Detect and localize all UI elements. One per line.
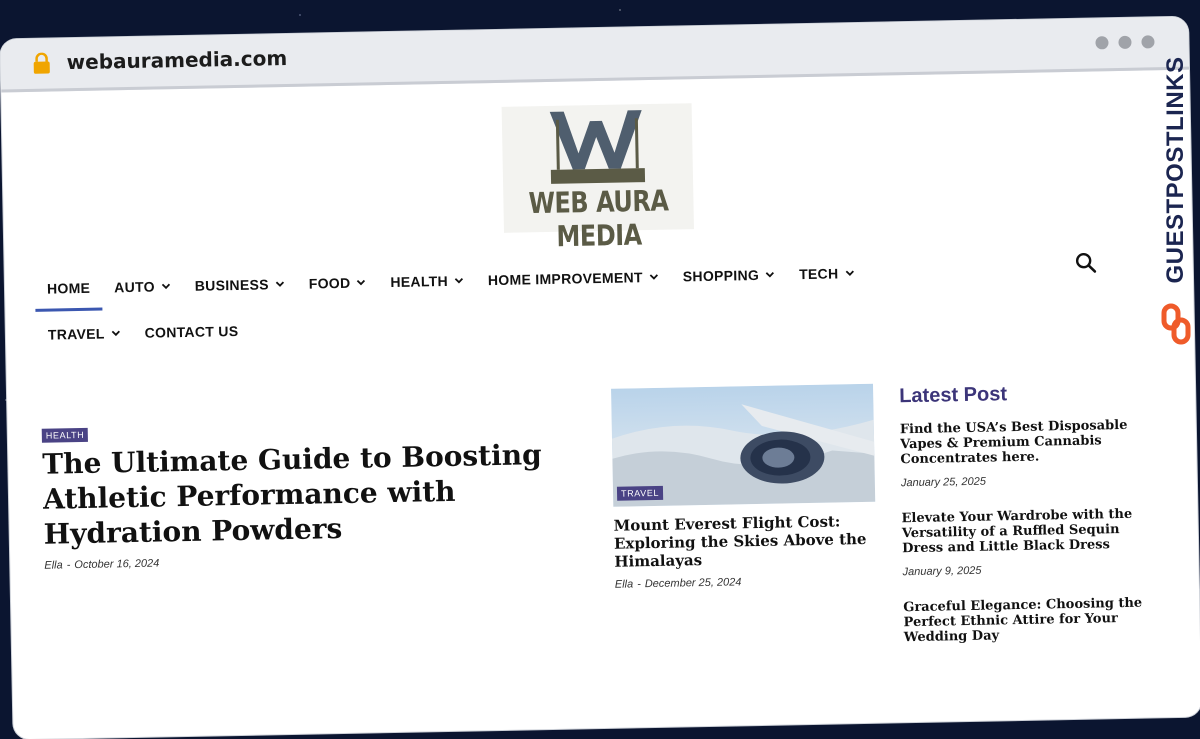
logo-mark [549, 110, 646, 184]
logo-text: WEB AURA MEDIA [528, 184, 669, 254]
nav-item-food[interactable]: FOOD [296, 261, 378, 305]
window-controls [1095, 35, 1155, 50]
meta-separator: - [66, 559, 71, 572]
post-author[interactable]: Ella [615, 578, 634, 590]
nav-item-label: HOME [46, 279, 91, 297]
window-dot[interactable] [1141, 35, 1155, 49]
main-nav: HOME AUTO BUSINESS FOOD HEALTH HOME IMPROVEME… [35, 246, 1186, 356]
site-logo[interactable]: WEB AURA MEDIA [501, 103, 694, 253]
post-meta: Ella - December 25, 2024 [615, 574, 877, 591]
nav-item-home[interactable]: HOME [35, 267, 103, 310]
chevron-down-icon [357, 279, 366, 286]
sidebar-post-title[interactable]: Elevate Your Wardrobe with the Versatili… [901, 507, 1142, 556]
sidebar-heading: Latest Post [899, 383, 1008, 408]
watermark-badge: GUESTPOSTLINKS [1156, 52, 1196, 352]
nav-item-tech[interactable]: TECH [787, 252, 867, 296]
sidebar-post: Graceful Elegance: Choosing the Perfect … [903, 596, 1144, 646]
sidebar-post-date: January 25, 2025 [900, 475, 987, 490]
nav-item-label: BUSINESS [194, 276, 269, 294]
sidebar-post-date: January 9, 2025 [902, 564, 982, 579]
nav-item-business[interactable]: BUSINESS [182, 263, 297, 307]
browser-window: webauramedia.com WEB AURA MEDIA HOME AUT… [0, 0, 1200, 739]
nav-item-health[interactable]: HEALTH [378, 259, 476, 303]
sidebar-post-title[interactable]: Find the USA’s Best Disposable Vapes & P… [900, 418, 1141, 467]
window-dot[interactable] [1095, 36, 1109, 50]
featured-post: HEALTH The Ultimate Guide to Boosting At… [41, 414, 565, 572]
post-date: October 16, 2024 [74, 557, 160, 572]
nav-item-label: FOOD [308, 274, 351, 292]
post-meta: Ella - October 16, 2024 [44, 550, 564, 572]
post-date: December 25, 2024 [644, 576, 742, 591]
nav-item-label: HEALTH [390, 272, 449, 291]
sidebar-post-title[interactable]: Graceful Elegance: Choosing the Perfect … [903, 596, 1144, 646]
category-badge[interactable]: HEALTH [41, 427, 89, 443]
window-dot[interactable] [1118, 35, 1132, 49]
chevron-down-icon [765, 272, 775, 278]
post-thumbnail[interactable]: TRAVEL [611, 383, 876, 507]
chevron-down-icon [454, 278, 464, 284]
chevron-down-icon [649, 274, 658, 280]
link-icon [1161, 303, 1191, 345]
content-area: HEALTH The Ultimate Guide to Boosting At… [7, 366, 1195, 645]
nav-item-label: CONTACT US [144, 322, 239, 341]
nav-item-travel[interactable]: TRAVEL [35, 312, 133, 356]
chevron-down-icon [275, 281, 284, 287]
nav-item-home-improvement[interactable]: HOME IMPROVEMENT [476, 256, 672, 302]
nav-item-shopping[interactable]: SHOPPING [670, 253, 787, 297]
chevron-down-icon [161, 283, 170, 290]
lock-icon [33, 52, 50, 74]
nav-item-label: AUTO [114, 278, 155, 296]
featured-post-title[interactable]: The Ultimate Guide to Boosting Athletic … [42, 437, 564, 552]
post-author[interactable]: Ella [44, 559, 63, 571]
latest-posts-sidebar: Latest Post Find the USA’s Best Disposab… [899, 381, 1144, 668]
sidebar-post-list: Find the USA’s Best Disposable Vapes & P… [900, 418, 1144, 646]
web-page: WEB AURA MEDIA HOME AUTO BUSINESS FOOD HEALT… [1, 70, 1200, 739]
post-card-title[interactable]: Mount Everest Flight Cost: Exploring the… [613, 512, 876, 570]
nav-item-label: SHOPPING [682, 266, 760, 285]
nav-item-auto[interactable]: AUTO [102, 265, 183, 309]
category-badge[interactable]: TRAVEL [616, 485, 664, 501]
nav-item-contact-us[interactable]: CONTACT US [132, 310, 251, 354]
nav-item-label: HOME IMPROVEMENT [487, 269, 643, 289]
meta-separator: - [637, 578, 641, 591]
sidebar-post: Elevate Your Wardrobe with the Versatili… [901, 507, 1142, 579]
browser-frame: webauramedia.com WEB AURA MEDIA HOME AUT… [0, 16, 1200, 739]
url-text[interactable]: webauramedia.com [66, 46, 287, 74]
search-icon[interactable] [1074, 251, 1097, 273]
chevron-down-icon [845, 270, 854, 276]
sidebar-post: Find the USA’s Best Disposable Vapes & P… [900, 418, 1141, 490]
nav-item-label: TRAVEL [47, 325, 105, 343]
post-card: TRAVEL Mount Everest Flight Cost: Explor… [611, 383, 877, 591]
watermark-text: GUESTPOSTLINKS [1162, 56, 1189, 284]
nav-item-label: TECH [798, 265, 839, 283]
chevron-down-icon [111, 330, 120, 337]
